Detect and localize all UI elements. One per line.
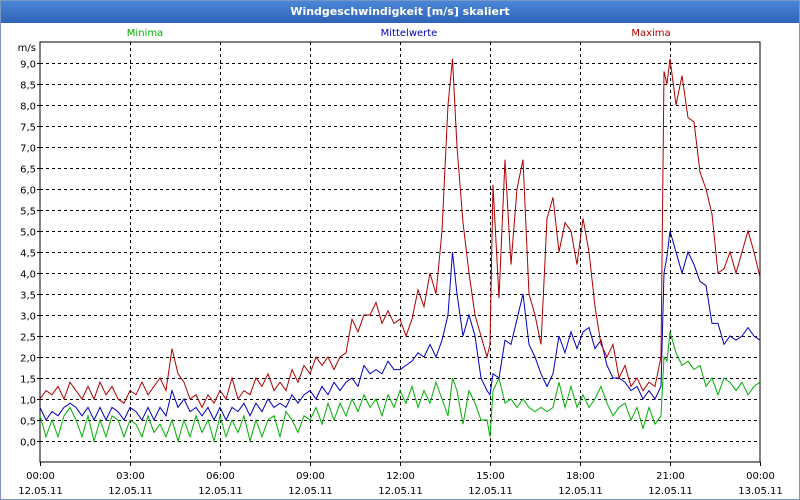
y-tick-label: 6,5 [20,165,36,176]
x-tick-date-label: 12.05.11 [288,486,333,497]
x-tick-date-label: 12.05.11 [468,486,513,497]
y-tick-label: 6,0 [20,186,36,197]
y-tick-label: 4,5 [20,249,36,260]
y-tick-label: 7,5 [20,123,36,134]
legend-minima: Minima [127,28,163,39]
y-tick-label: 0,0 [20,438,36,449]
legend-maxima: Maxima [631,28,670,39]
x-tick-date-label: 13.05.11 [738,486,783,497]
y-tick-label: 5,0 [20,228,36,239]
x-tick-time-label: 09:00 [296,471,325,482]
x-tick-date-label: 12.05.11 [558,486,603,497]
y-tick-label: 1,5 [20,375,36,386]
y-tick-label: 8,0 [20,102,36,113]
x-tick-time-label: 00:00 [746,471,775,482]
y-tick-label: 9,0 [20,60,36,71]
y-tick-label: 5,5 [20,207,36,218]
y-tick-label: 3,5 [20,291,36,302]
legend-mittelwerte: Mittelwerte [381,28,438,39]
y-axis-label: m/s [18,43,36,54]
wind-speed-chart: 0,0 0,5 1,0 1,5 2,0 2,5 3,0 3,5 4,0 4,5 5,0 5,5 6,0 6… [18,28,783,497]
y-tick-label: 1,0 [20,396,36,407]
x-tick-date-label: 12.05.11 [198,486,243,497]
y-tick-label: 4,0 [20,270,36,281]
x-tick-date-label: 12.05.11 [108,486,153,497]
x-tick-date-label: 12.05.11 [378,486,423,497]
x-tick-time-label: 15:00 [476,471,505,482]
x-tick-time-label: 21:00 [656,471,685,482]
x-tick-date-label: 12.05.11 [18,486,63,497]
x-tick-time-label: 00:00 [26,471,55,482]
y-tick-label: 7,0 [20,144,36,155]
y-tick-label: 0,5 [20,417,36,428]
y-tick-label: 2,5 [20,333,36,344]
x-tick-time-label: 18:00 [566,471,595,482]
y-tick-label: 8,5 [20,81,36,92]
y-tick-label: 3,0 [20,312,36,323]
y-tick-label: 2,0 [20,354,36,365]
x-tick-time-label: 06:00 [206,471,235,482]
x-tick-time-label: 12:00 [386,471,415,482]
x-tick-time-label: 03:00 [116,471,145,482]
x-tick-date-label: 12.05.11 [648,486,693,497]
